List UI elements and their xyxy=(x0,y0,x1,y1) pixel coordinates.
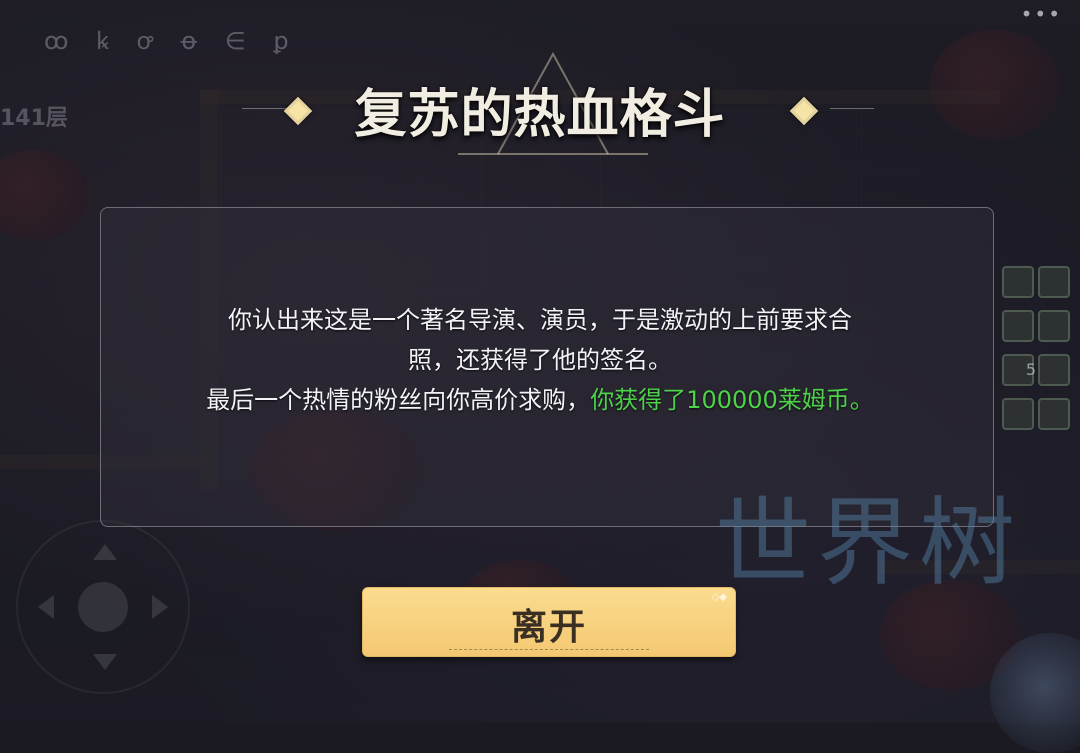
item-slot[interactable] xyxy=(1002,266,1034,298)
event-description: 你认出来这是一个著名导演、演员，于是激动的上前要求合 照，还获得了他的签名。 最… xyxy=(120,300,960,420)
arrow-right-icon xyxy=(152,595,168,619)
item-slot[interactable] xyxy=(1002,310,1034,342)
joystick-knob[interactable] xyxy=(78,582,128,632)
arrow-left-icon xyxy=(38,595,54,619)
item-slot[interactable] xyxy=(1038,354,1070,386)
menu-dots-icon[interactable]: ••• xyxy=(1021,2,1062,26)
virtual-joystick[interactable] xyxy=(16,520,190,694)
leave-button[interactable]: 离开 ◇◆ xyxy=(362,587,736,657)
reward-text: 你获得了100000莱姆币。 xyxy=(590,386,874,414)
item-count: 5 xyxy=(1025,360,1036,379)
corner-diamond-icon: ◇◆ xyxy=(711,592,727,603)
item-slot[interactable] xyxy=(1038,398,1070,430)
leave-button-label: 离开 xyxy=(510,607,587,648)
description-line-2: 照，还获得了他的签名。 xyxy=(408,346,672,374)
item-slot[interactable] xyxy=(1038,310,1070,342)
top-symbol-bar: ꝏ ꝃ ꝍ ꝋ ∈ ꝑ xyxy=(44,27,299,55)
item-slot[interactable] xyxy=(1038,266,1070,298)
description-line-3-prefix: 最后一个热情的粉丝向你高价求购， xyxy=(206,386,591,414)
arrow-down-icon xyxy=(93,654,117,670)
leave-button-underline xyxy=(449,649,649,650)
arrow-up-icon xyxy=(93,544,117,560)
description-line-1: 你认出来这是一个著名导演、演员，于是激动的上前要求合 xyxy=(228,306,852,334)
event-title: 复苏的热血格斗 xyxy=(354,84,726,145)
item-slot[interactable] xyxy=(1002,398,1034,430)
description-line-3: 最后一个热情的粉丝向你高价求购，你获得了100000莱姆币。 xyxy=(120,380,960,420)
watermark: 世界树 xyxy=(715,487,1021,599)
item-slots: 5 xyxy=(1000,262,1076,438)
